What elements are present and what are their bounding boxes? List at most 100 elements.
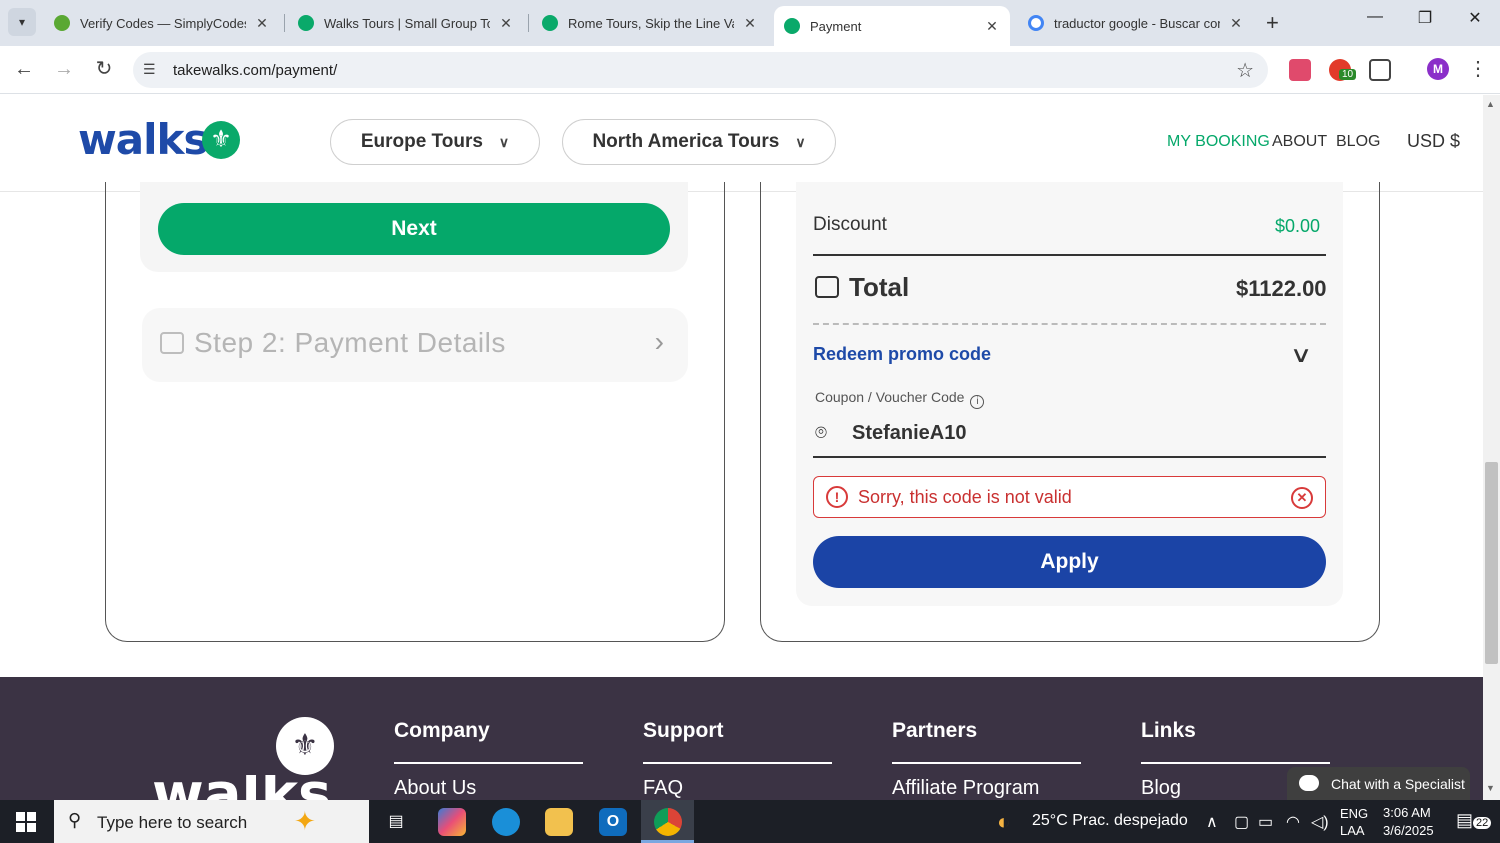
site-header: walks ⚜ Europe Tours ∨ North America Tour… — [0, 95, 1483, 192]
divider — [813, 254, 1326, 256]
scroll-thumb[interactable] — [1485, 462, 1498, 664]
restore-icon[interactable]: ❐ — [1410, 8, 1440, 28]
nav-blog[interactable]: BLOG — [1336, 133, 1380, 151]
battery-icon[interactable]: ▭ — [1258, 812, 1273, 832]
close-icon[interactable]: ✕ — [984, 18, 1000, 35]
menu-kebab-icon[interactable]: ⋮ — [1466, 58, 1490, 82]
windows-taskbar: ⚲ Type here to search ✦ ▤ O ◐ 25°C Prac.… — [0, 800, 1500, 843]
copilot-sparkle-icon: ✦ — [294, 806, 316, 836]
copilot-icon[interactable] — [438, 808, 466, 836]
close-icon[interactable]: ✕ — [742, 15, 758, 32]
tab-simplycodes[interactable]: Verify Codes — SimplyCodes ✕ — [44, 6, 280, 40]
discount-value: $0.00 — [1275, 216, 1321, 236]
close-icon[interactable]: ✕ — [498, 15, 514, 32]
forward-icon[interactable]: → — [52, 58, 76, 82]
minimize-icon[interactable]: — — [1360, 8, 1390, 26]
apply-button[interactable]: Apply — [813, 536, 1326, 588]
footer-partners-title: Partners — [892, 719, 978, 742]
back-icon[interactable]: ← — [12, 58, 36, 82]
scroll-down-icon[interactable]: ▼ — [1486, 783, 1495, 793]
currency-selector[interactable]: USD $ — [1407, 131, 1460, 152]
simplycodes-extension-icon[interactable]: 10 — [1329, 59, 1357, 81]
footer-blog-link[interactable]: Blog — [1141, 777, 1181, 800]
url-text[interactable]: takewalks.com/payment/ — [173, 62, 337, 79]
extension-badge: 10 — [1339, 69, 1357, 80]
coupon-input[interactable]: ⌾ StefanieA10 — [813, 414, 1326, 458]
close-icon[interactable]: ✕ — [1291, 487, 1313, 509]
tab-google-translate[interactable]: traductor google - Buscar con Google ✕ — [1018, 6, 1254, 40]
nav-about[interactable]: ABOUT — [1272, 133, 1327, 151]
taskbar-search[interactable]: ⚲ Type here to search ✦ — [54, 800, 369, 843]
chevron-down-icon[interactable]: ∨ — [1290, 342, 1313, 368]
meet-now-icon[interactable]: ▢ — [1234, 812, 1249, 832]
file-explorer-icon[interactable] — [545, 808, 573, 836]
footer-links-title: Links — [1141, 719, 1196, 742]
browser-toolbar: ← → ↻ ☰ takewalks.com/payment/ ☆ 10 ⋮ — [0, 46, 1500, 94]
tab-walks-tours[interactable]: Walks Tours | Small Group Tours ✕ — [288, 6, 524, 40]
wallet-icon — [815, 276, 839, 298]
divider — [643, 762, 832, 764]
bookmark-star-icon[interactable]: ☆ — [1236, 58, 1254, 83]
tab-rome-tours[interactable]: Rome Tours, Skip the Line Vatican ✕ — [532, 6, 768, 40]
wallet-icon — [160, 332, 184, 354]
tag-icon: ⌾ — [815, 422, 827, 444]
divider — [1141, 762, 1330, 764]
europe-tours-dropdown[interactable]: Europe Tours ∨ — [330, 119, 540, 165]
weather-text[interactable]: 25°C Prac. despejado — [1032, 812, 1188, 830]
footer-faq-link[interactable]: FAQ — [643, 777, 683, 800]
tab-payment[interactable]: Payment ✕ — [774, 6, 1010, 46]
clock[interactable]: 3:06 AM 3/6/2025 — [1383, 804, 1434, 840]
scroll-up-icon[interactable]: ▲ — [1486, 99, 1495, 109]
redeem-promo-code-toggle[interactable]: Redeem promo code — [813, 344, 991, 365]
close-icon[interactable]: ✕ — [1228, 15, 1244, 32]
footer-walks-logo[interactable]: walks — [152, 775, 331, 801]
walks-logo[interactable]: walks — [78, 115, 208, 164]
chat-bubble-icon — [1299, 775, 1319, 791]
nav-my-booking[interactable]: MY BOOKING — [1167, 133, 1270, 151]
checkout-main: Next Step 2: Payment Details › Discount … — [0, 182, 1483, 677]
alert-icon: ! — [826, 486, 848, 508]
walks-favicon-icon — [784, 18, 800, 34]
footer-company-title: Company — [394, 719, 490, 742]
reload-icon[interactable]: ↻ — [92, 58, 116, 82]
chat-with-specialist-button[interactable]: Chat with a Specialist — [1287, 767, 1470, 801]
browser-tab-bar: ▾ Verify Codes — SimplyCodes ✕ Walks Tou… — [0, 0, 1500, 46]
task-view-icon[interactable]: ▤ — [382, 808, 410, 836]
profile-avatar[interactable]: M — [1427, 58, 1449, 80]
walks-favicon-icon — [298, 15, 314, 31]
extensions-puzzle-icon[interactable] — [1369, 59, 1391, 81]
google-favicon-icon — [1028, 15, 1044, 31]
input-language[interactable]: ENG LAA — [1340, 805, 1368, 839]
notifications-icon[interactable]: ▤ 22 — [1456, 810, 1492, 831]
page-scrollbar[interactable]: ▲ ▼ — [1483, 95, 1500, 800]
footer-affiliate-link[interactable]: Affiliate Program — [892, 777, 1039, 800]
fleur-de-lis-logo-icon: ⚜ — [202, 121, 240, 159]
footer-support-title: Support — [643, 719, 724, 742]
fleur-de-lis-logo-icon: ⚜ — [276, 717, 334, 775]
address-bar[interactable]: ☰ takewalks.com/payment/ ☆ — [133, 52, 1268, 88]
windows-start-icon[interactable] — [16, 812, 36, 832]
discount-label: Discount — [813, 214, 887, 235]
site-info-icon[interactable]: ☰ — [143, 61, 156, 78]
north-america-tours-dropdown[interactable]: North America Tours ∨ — [562, 119, 836, 165]
edge-icon[interactable] — [492, 808, 520, 836]
wifi-icon[interactable]: ◠ — [1286, 812, 1300, 832]
total-label: Total — [849, 272, 910, 302]
walks-favicon-icon — [542, 15, 558, 31]
site-footer: ⚜ walks Company About Us Support FAQ Par… — [0, 677, 1483, 801]
next-button[interactable]: Next — [158, 203, 670, 255]
close-icon[interactable]: ✕ — [254, 15, 270, 32]
step2-payment-details[interactable]: Step 2: Payment Details › — [142, 308, 688, 382]
weather-icon[interactable]: ◐ — [997, 809, 1010, 835]
window-close-icon[interactable]: ✕ — [1460, 8, 1490, 28]
tab-search-icon[interactable]: ▾ — [8, 8, 36, 36]
info-icon[interactable]: i — [970, 395, 985, 409]
footer-about-us-link[interactable]: About Us — [394, 777, 476, 800]
new-tab-icon[interactable]: + — [1266, 10, 1279, 36]
extension-icon[interactable] — [1289, 59, 1311, 81]
outlook-icon[interactable]: O — [599, 808, 627, 836]
volume-icon[interactable]: ◁) — [1311, 812, 1329, 832]
tray-chevron-up-icon[interactable]: ∧ — [1206, 812, 1218, 832]
chrome-icon[interactable] — [654, 808, 682, 836]
chevron-down-icon: ∨ — [498, 133, 510, 150]
